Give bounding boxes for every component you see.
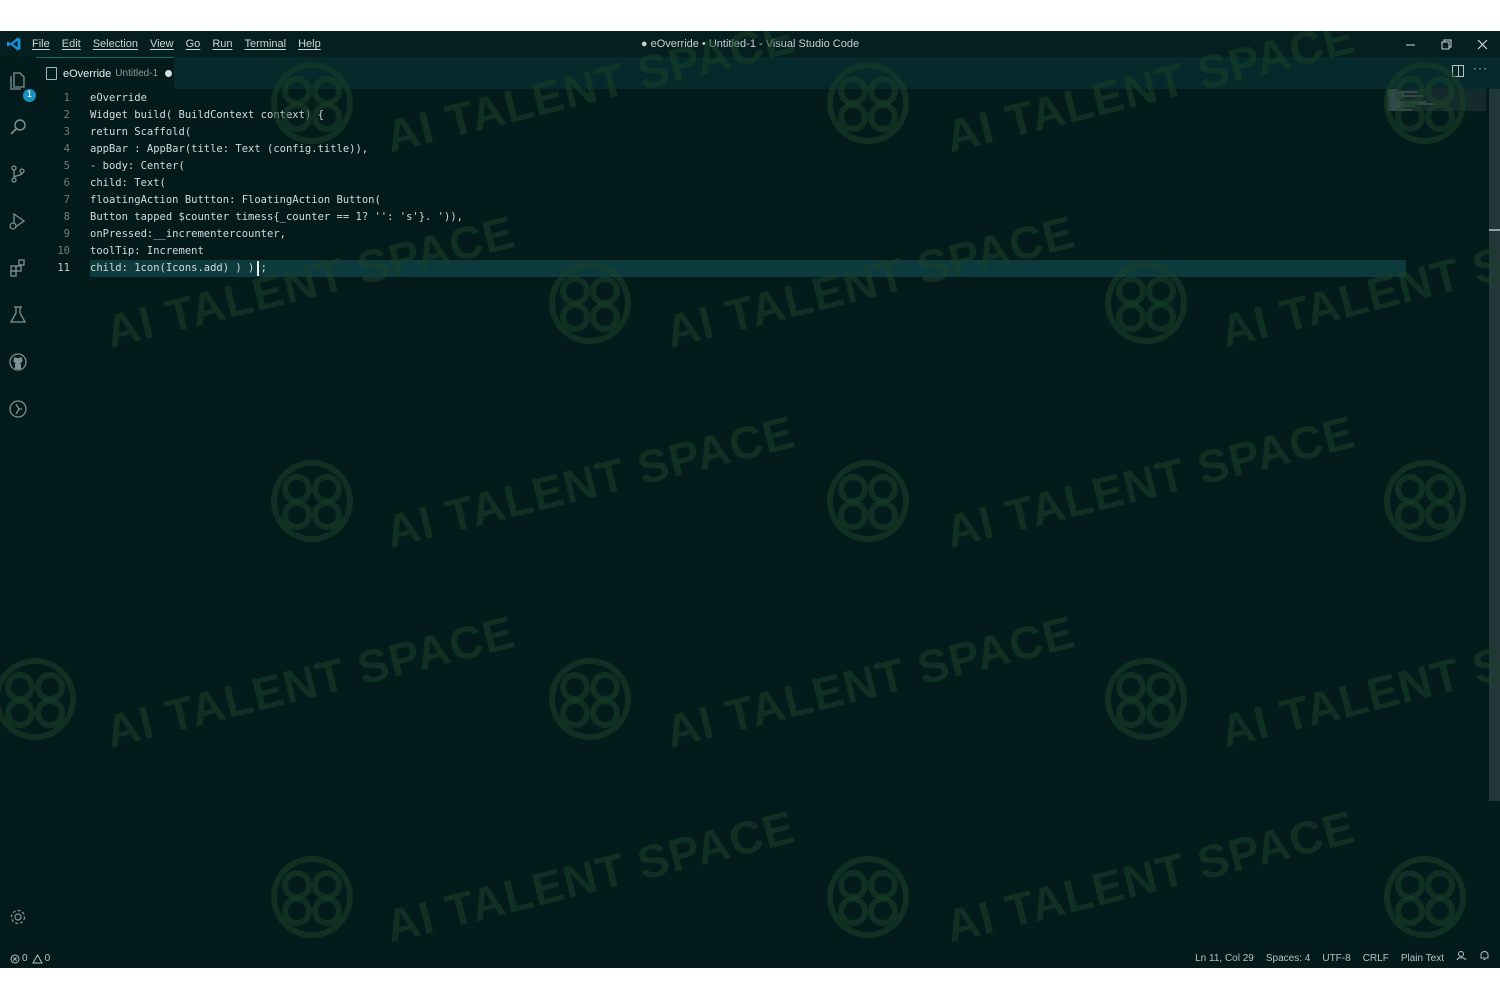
remote-icon [9,400,27,418]
indentation[interactable]: Spaces: 4 [1266,949,1310,968]
minimap[interactable] [1386,89,1486,111]
problems-indicator[interactable]: 0 0 [10,949,50,968]
title-bar: File Edit Selection View Go Run Terminal… [0,31,1500,57]
code-line[interactable]: Widget build( BuildContext context) { [90,107,324,124]
restore-icon [1441,39,1451,49]
notifications-button[interactable] [1479,949,1490,968]
run-debug-icon [9,212,26,230]
activity-extensions[interactable] [6,256,30,280]
more-actions-button[interactable]: ··· [1473,61,1488,75]
code-line[interactable]: - body: Center( [90,158,185,175]
text-cursor [257,261,259,276]
line-number: 8 [63,211,70,223]
line-number: 10 [57,245,70,257]
github-icon [9,353,27,371]
overview-ruler-cursor [1489,229,1500,231]
minimize-button[interactable] [1392,31,1428,57]
activity-bar: 1 [0,57,36,949]
encoding[interactable]: UTF-8 [1322,949,1350,968]
line-number: 4 [63,143,70,155]
code-line[interactable]: toolTip: Increment [90,243,204,260]
file-icon [46,67,57,80]
line-number: 11 [57,262,70,274]
activity-explorer[interactable]: 1 [6,69,36,102]
line-number: 6 [63,177,70,189]
warning-icon [31,953,43,963]
manage-settings[interactable] [6,905,30,929]
activity-search[interactable] [6,115,30,139]
activity-github[interactable] [6,350,30,374]
window-title: ● eOverride • Untitled-1 - Visual Studio… [640,38,860,50]
vscode-window: File Edit Selection View Go Run Terminal… [0,31,1500,968]
line-number: 2 [63,109,70,121]
restore-button[interactable] [1428,31,1464,57]
search-icon [10,119,26,135]
code-line[interactable]: return Scaffold( [90,124,191,141]
tab-untitled-1[interactable]: eOverride Untitled-1 [36,57,174,89]
explorer-badge: 1 [23,89,36,102]
code-line[interactable]: eOverride [90,90,147,107]
vertical-scrollbar[interactable] [1489,89,1500,801]
line-number: 3 [63,126,70,138]
status-bar: 0 0 Ln 11, Col 29 Spaces: 4 UTF-8 CRLF P… [0,949,1500,968]
tab-description: Untitled-1 [115,68,159,79]
warning-count: 0 [44,953,51,964]
tab-bar: eOverride Untitled-1 ··· [36,57,1500,89]
line-number: 7 [63,194,70,206]
activity-source-control[interactable] [6,162,30,186]
activity-run-debug[interactable] [6,209,30,233]
end-of-line[interactable]: CRLF [1363,949,1389,968]
code-line[interactable]: appBar : AppBar(title: Text (config.titl… [90,141,368,158]
tab-title: eOverride [63,67,112,80]
code-line[interactable]: onPressed:__incrementercounter, [90,226,286,243]
editor-area[interactable]: 1 2 3 4 5 6 7 8 9 10 11 eOverride Widget build( Bui… [36,89,1500,949]
activity-testing[interactable] [6,303,30,327]
line-number: 9 [63,228,70,240]
language-mode[interactable]: Plain Text [1401,949,1444,968]
code-line[interactable]: Button tapped $counter timess{_counter =… [90,209,463,226]
cursor-position[interactable]: Ln 11, Col 29 [1195,949,1254,968]
explorer-icon [10,72,25,90]
error-count: 0 [22,953,28,964]
code-line[interactable]: child: Text( [90,175,166,192]
source-control-icon [11,165,25,183]
error-icon [10,954,20,963]
code-line[interactable]: child: 1con(Icons.add) ) ) ; [90,260,267,277]
minimize-icon [1405,44,1415,45]
feedback-button[interactable] [1456,949,1467,968]
bell-icon [1480,950,1489,960]
split-editor-button[interactable] [1452,65,1464,77]
testing-icon [9,306,27,323]
code-line[interactable]: floatingAction Buttton: FloatingAction B… [90,192,381,209]
line-number: 1 [63,92,70,104]
activity-remote[interactable] [6,397,30,421]
unsaved-dot-icon[interactable] [165,70,173,77]
line-number: 5 [63,160,70,172]
close-icon [1477,39,1487,49]
close-window-button[interactable] [1464,31,1500,57]
feedback-icon [1456,951,1467,961]
settings-gear-icon [10,909,26,925]
extensions-icon [10,259,25,277]
current-line-highlight [90,260,1406,277]
